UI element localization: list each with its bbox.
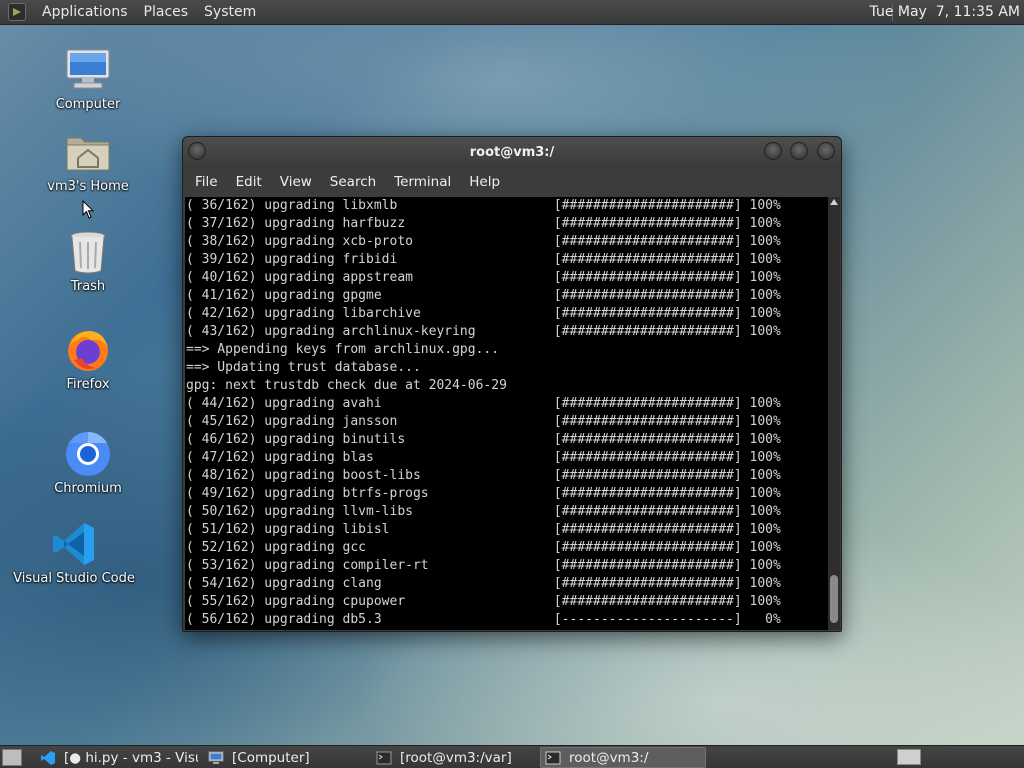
terminal-line: ( 40/162) upgrading appstream [#########… [186, 270, 781, 285]
desktop-icon-label: Chromium [54, 481, 122, 496]
terminal-line: ( 50/162) upgrading llvm-libs [#########… [186, 504, 781, 519]
vscode-icon [41, 750, 55, 765]
terminal-line: ( 49/162) upgrading btrfs-progs [#######… [186, 486, 781, 501]
terminal-line: ( 37/162) upgrading harfbuzz [##########… [186, 216, 781, 231]
terminal-line: ( 47/162) upgrading blas [##############… [186, 450, 781, 465]
menu-view[interactable]: View [270, 174, 320, 190]
terminal-line: ( 45/162) upgrading jansson [###########… [186, 414, 781, 429]
clock[interactable]: Tue May 7, 11:35 AM [870, 4, 1020, 20]
terminal-line: ( 39/162) upgrading fribidi [###########… [186, 252, 781, 267]
desktop-icon-label: vm3's Home [47, 179, 129, 194]
terminal-line: ==> Appending keys from archlinux.gpg... [186, 342, 500, 357]
trash-icon [70, 231, 106, 274]
task-label: root@vm3:/ [569, 749, 649, 766]
terminal-line: ( 46/162) upgrading binutils [##########… [186, 432, 781, 447]
window-title: root@vm3:/ [469, 144, 555, 160]
terminal-icon [545, 751, 561, 764]
gnome-foot-icon[interactable] [8, 3, 26, 21]
terminal-line: ( 54/162) upgrading clang [#############… [186, 576, 781, 591]
home-folder-icon [66, 137, 110, 171]
menu-places[interactable]: Places [136, 4, 197, 20]
desktop-icon-label: Trash [70, 279, 106, 294]
terminal-line: ( 55/162) upgrading cpupower [##########… [186, 594, 781, 609]
terminal-line: ( 44/162) upgrading avahi [#############… [186, 396, 781, 411]
workspace-switcher[interactable] [897, 749, 921, 765]
terminal-scrollbar[interactable] [828, 197, 840, 630]
terminal-line: ( 38/162) upgrading xcb-proto [#########… [186, 234, 781, 249]
computer-icon [66, 49, 110, 89]
chromium-icon [66, 432, 110, 476]
terminal-window[interactable]: root@vm3:/ File Edit View Search Termina… [182, 136, 842, 632]
menu-search[interactable]: Search [320, 174, 384, 190]
scrollbar-thumb[interactable] [830, 575, 838, 623]
task-label: [Computer] [232, 749, 310, 766]
desktop-icon-trash[interactable]: Trash [56, 228, 120, 294]
terminal-icon [376, 751, 392, 764]
terminal-line: ( 52/162) upgrading gcc [###############… [186, 540, 781, 555]
task-vscode[interactable]: [● hi.py - vm3 - Visu... [36, 747, 198, 768]
terminal-line: ( 56/162) upgrading db5.3 [-------------… [186, 612, 781, 627]
minimize-button[interactable] [764, 142, 782, 160]
terminal-menubar: File Edit View Search Terminal Help [183, 169, 841, 195]
terminal-line: ( 42/162) upgrading libarchive [########… [186, 306, 781, 321]
show-desktop-button[interactable] [2, 749, 22, 766]
close-button[interactable] [817, 142, 835, 160]
terminal-line: ( 48/162) upgrading boost-libs [########… [186, 468, 781, 483]
menu-help[interactable]: Help [459, 174, 508, 190]
task-label: [● hi.py - vm3 - Visu... [64, 749, 198, 766]
top-panel: Applications Places System Tue May 7, 11… [0, 0, 1024, 25]
desktop-icon-vscode[interactable]: Visual Studio Code [13, 520, 135, 586]
desktop-icon-computer[interactable]: Computer [56, 46, 120, 112]
menu-system[interactable]: System [196, 4, 264, 20]
window-menu-button[interactable] [188, 142, 206, 160]
terminal-line: ( 41/162) upgrading gpgme [#############… [186, 288, 781, 303]
maximize-button[interactable] [790, 142, 808, 160]
terminal-line: ==> Updating trust database... [186, 360, 421, 375]
mouse-pointer-icon [82, 200, 94, 219]
menu-terminal[interactable]: Terminal [384, 174, 459, 190]
terminal-line: gpg: next trustdb check due at 2024-06-2… [186, 378, 507, 393]
terminal-line: ( 51/162) upgrading libisl [############… [186, 522, 781, 537]
firefox-icon [68, 331, 108, 371]
terminal-line: ( 53/162) upgrading compiler-rt [#######… [186, 558, 781, 573]
menu-file[interactable]: File [185, 174, 226, 190]
window-titlebar[interactable]: root@vm3:/ [183, 137, 841, 167]
desktop-icon-firefox[interactable]: Firefox [56, 326, 120, 392]
terminal-line: ( 36/162) upgrading libxmlb [###########… [186, 198, 781, 213]
computer-icon [208, 751, 224, 764]
terminal-line: ( 43/162) upgrading archlinux-keyring [#… [186, 324, 781, 339]
task-label: [root@vm3:/var] [400, 749, 512, 766]
vscode-icon [53, 523, 94, 565]
menu-edit[interactable]: Edit [226, 174, 270, 190]
desktop-icon-label: Visual Studio Code [13, 571, 135, 586]
desktop-icon-label: Computer [55, 97, 121, 112]
menu-applications[interactable]: Applications [34, 4, 136, 20]
task-terminal-var[interactable]: [root@vm3:/var] [372, 747, 534, 768]
desktop-icon-label: Firefox [66, 377, 110, 392]
desktop-icon-home[interactable]: vm3's Home [47, 128, 129, 194]
terminal-output[interactable]: ( 36/162) upgrading libxmlb [###########… [185, 197, 828, 630]
bottom-taskbar: [● hi.py - vm3 - Visu... [Computer] [roo… [0, 745, 1024, 768]
desktop-icon-chromium[interactable]: Chromium [40, 430, 136, 496]
scroll-up-arrow-icon[interactable] [830, 199, 838, 205]
task-computer[interactable]: [Computer] [204, 747, 366, 768]
task-terminal-root[interactable]: root@vm3:/ [540, 747, 706, 768]
